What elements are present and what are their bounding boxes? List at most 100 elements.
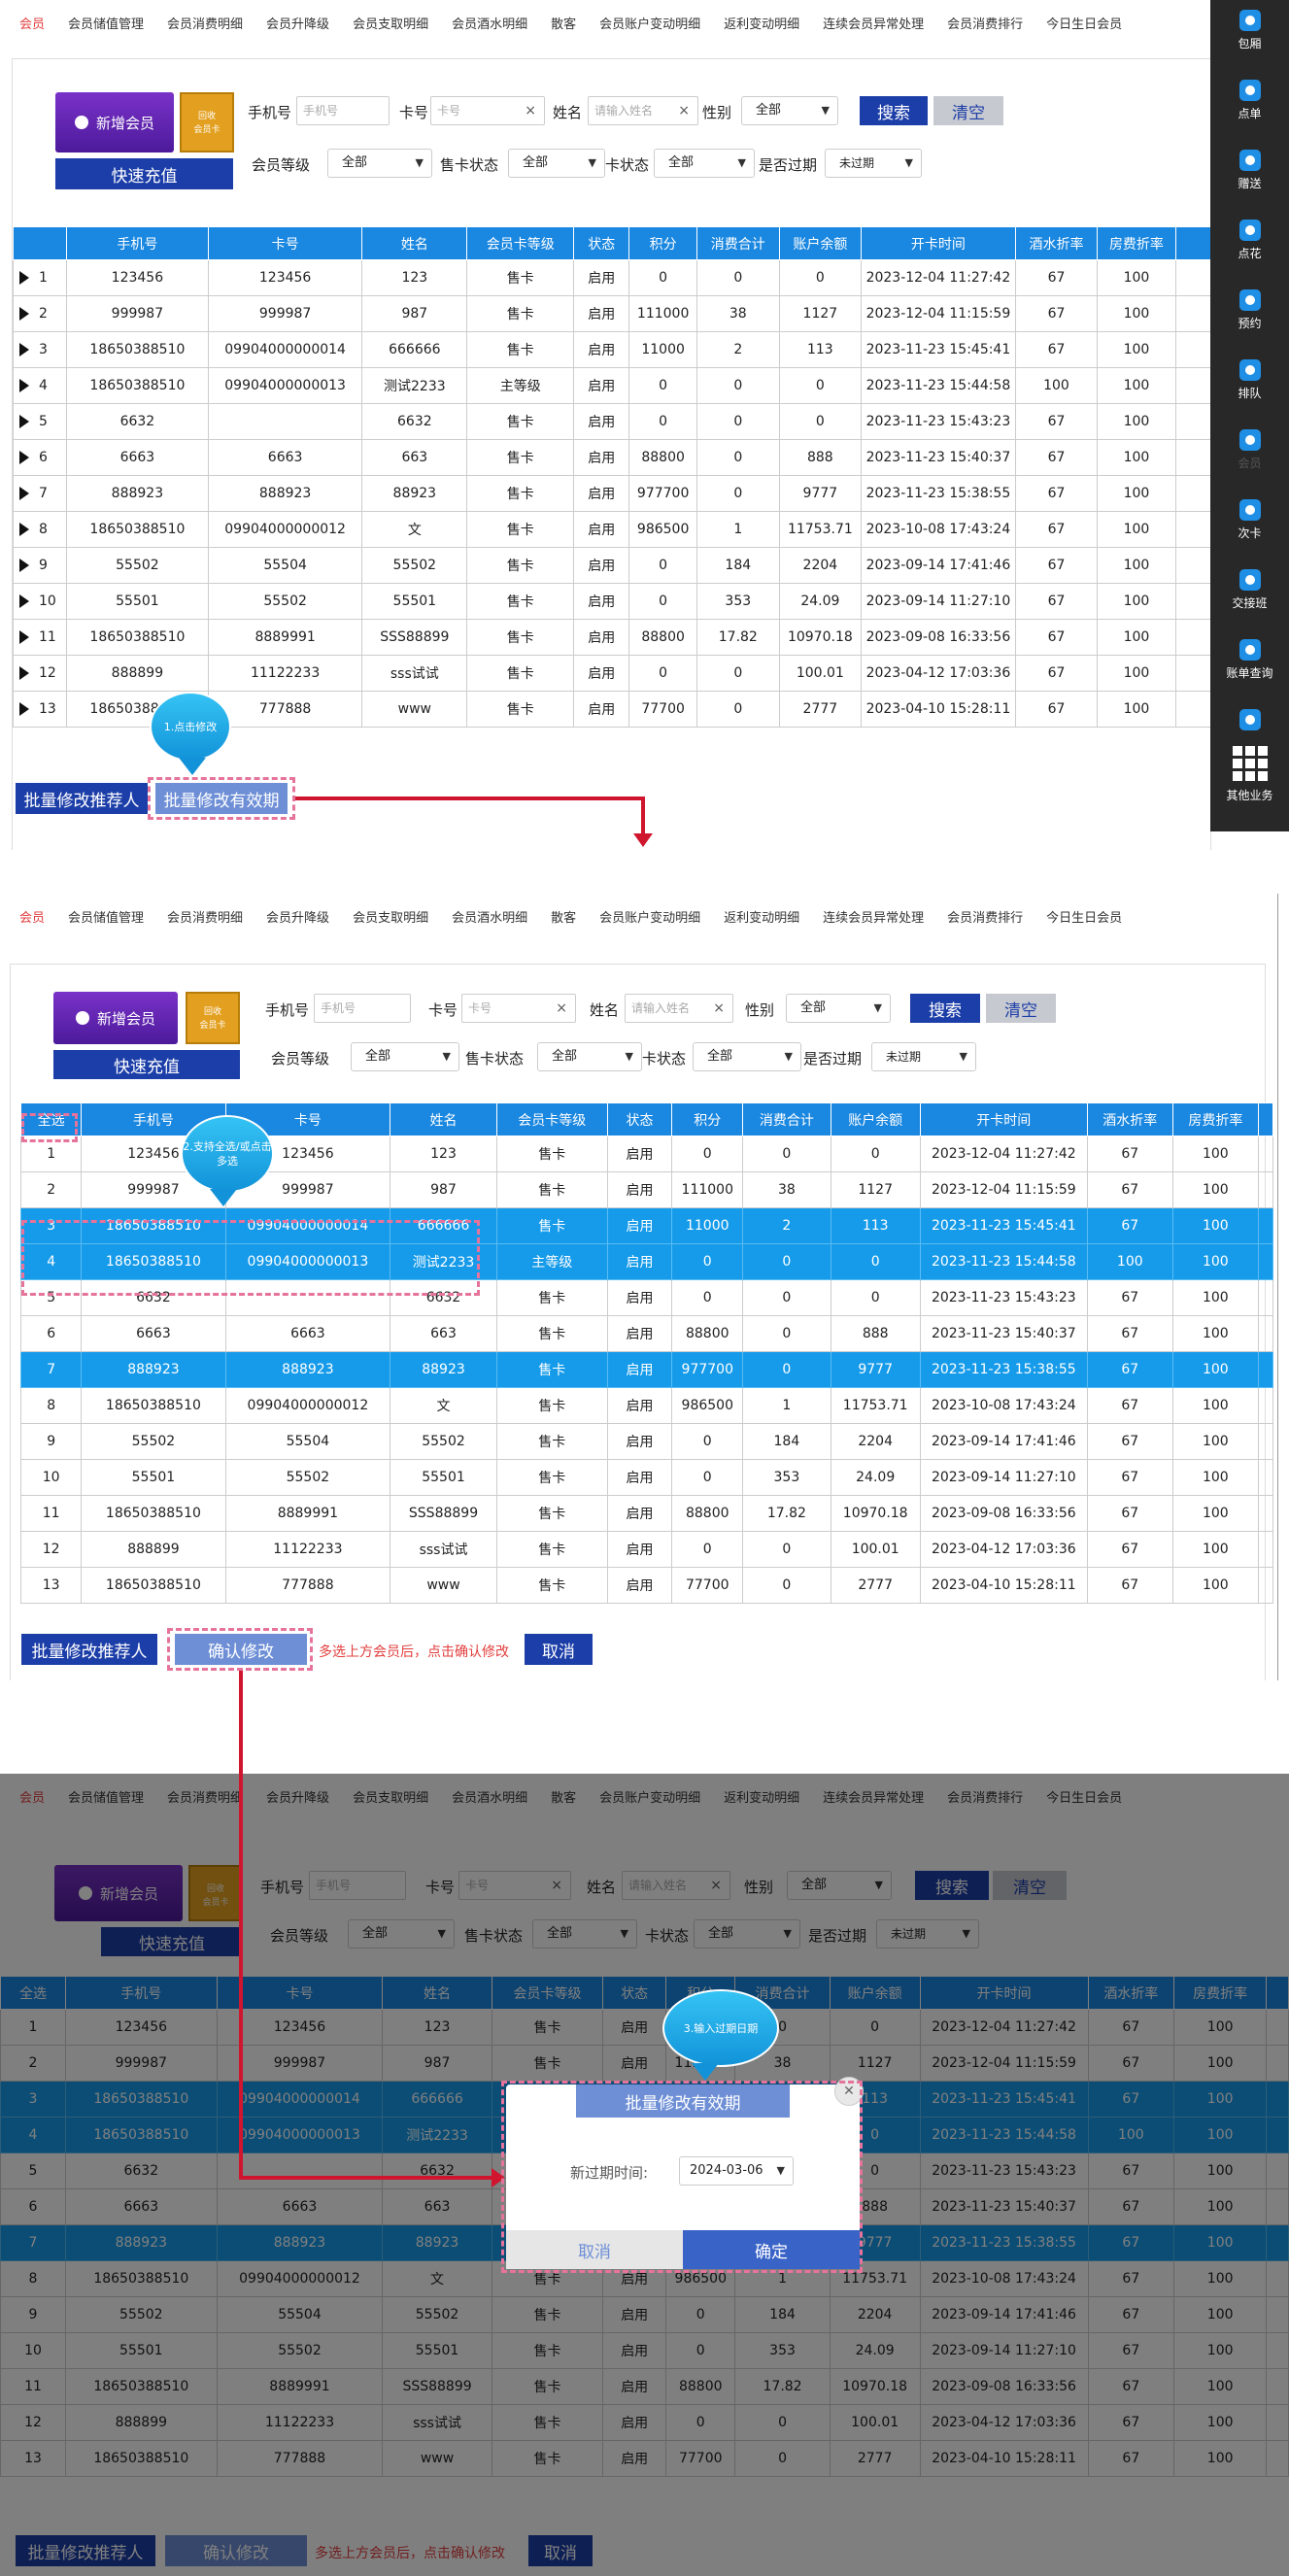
expand-triangle-icon[interactable] [19, 702, 29, 716]
clear-button[interactable]: 清空 [986, 994, 1056, 1023]
row-number[interactable]: 13 [13, 691, 67, 728]
row-number[interactable]: 3 [19, 1207, 83, 1244]
quick-recharge-button[interactable]: 快速充值 [55, 158, 233, 189]
tab-9[interactable]: 连续会员异常处理 [811, 14, 935, 32]
table-row[interactable]: 81865038851009904000000012文售卡启用986500111… [19, 1387, 1274, 1424]
table-row[interactable]: 788892388892388923售卡启用977700097772023-11… [13, 475, 1218, 512]
table-row[interactable]: 666636663663售卡启用8880008882023-11-23 15:4… [13, 439, 1218, 476]
table-row[interactable]: 31865038851009904000000014666666售卡启用1100… [19, 1207, 1274, 1244]
row-number[interactable]: 4 [19, 1243, 83, 1280]
tab-2[interactable]: 会员消费明细 [155, 14, 254, 32]
tab-3[interactable]: 会员升降级 [254, 14, 341, 32]
table-row[interactable]: 1288889911122233sss试试售卡启用00100.012023-04… [19, 1531, 1274, 1568]
batch-referrer-button[interactable]: 批量修改推荐人 [16, 783, 148, 814]
side-menu-item-6[interactable]: 会员 [1210, 429, 1289, 471]
side-menu-item-9[interactable]: 账单查询 [1210, 639, 1289, 681]
expired-select[interactable]: 未过期 ▼ [871, 1042, 976, 1071]
close-icon[interactable]: ✕ [834, 2077, 864, 2106]
table-row[interactable]: 81865038851009904000000012文售卡启用986500111… [13, 511, 1218, 548]
name-input[interactable]: 请输入姓名 × [625, 994, 733, 1023]
expired-select[interactable]: 未过期 ▼ [825, 149, 922, 178]
card-input[interactable]: 卡号 × [461, 994, 576, 1023]
row-number[interactable]: 3 [13, 331, 67, 368]
tab-2[interactable]: 会员消费明细 [155, 907, 254, 926]
row-number[interactable]: 5 [13, 403, 67, 440]
row-number[interactable]: 12 [19, 1531, 83, 1568]
tab-7[interactable]: 会员账户变动明细 [588, 907, 712, 926]
clear-button[interactable]: 清空 [933, 96, 1003, 125]
table-row[interactable]: 2999987999987987售卡启用1110003811272023-12-… [13, 295, 1218, 332]
expand-triangle-icon[interactable] [19, 630, 29, 644]
table-row[interactable]: 10555015550255501售卡启用035324.092023-09-14… [19, 1459, 1274, 1496]
recycle-card-button[interactable]: 回收会员卡 [186, 992, 240, 1044]
table-row[interactable]: 788892388892388923售卡启用977700097772023-11… [19, 1351, 1274, 1388]
search-button[interactable]: 搜索 [860, 96, 928, 125]
recycle-card-button[interactable]: 回收会员卡 [180, 92, 234, 153]
card-status-select[interactable]: 全部 ▼ [654, 149, 755, 178]
gender-select[interactable]: 全部 ▼ [741, 96, 838, 125]
table-row[interactable]: 1318650388510777888www售卡启用77700027772023… [19, 1567, 1274, 1604]
table-row[interactable]: 9555025550455502售卡启用018422042023-09-14 1… [19, 1423, 1274, 1460]
expand-triangle-icon[interactable] [19, 271, 29, 285]
row-number[interactable]: 7 [19, 1351, 83, 1388]
dialog-ok-button[interactable]: 确定 [683, 2230, 860, 2269]
table-row[interactable]: 11186503885108889991SSS88899售卡启用8880017.… [19, 1495, 1274, 1532]
select-all-header[interactable]: 全选 [19, 1102, 83, 1136]
tab-0[interactable]: 会员 [8, 907, 56, 926]
phone-input[interactable]: 手机号 [314, 994, 411, 1023]
tab-11[interactable]: 今日生日会员 [1035, 14, 1134, 32]
batch-referrer-button[interactable]: 批量修改推荐人 [21, 1634, 157, 1665]
tab-5[interactable]: 会员酒水明细 [440, 14, 539, 32]
table-row[interactable]: 41865038851009904000000013测试2233主等级启用000… [19, 1243, 1274, 1280]
phone-input[interactable]: 手机号 [296, 96, 390, 125]
tab-4[interactable]: 会员支取明细 [341, 907, 440, 926]
row-number[interactable]: 1 [13, 259, 67, 296]
row-number[interactable]: 10 [13, 583, 67, 620]
clear-x-icon[interactable]: × [556, 995, 567, 1022]
batch-expiry-button[interactable]: 批量修改有效期 [155, 783, 288, 814]
table-row[interactable]: 1288889911122233sss试试售卡启用00100.012023-04… [13, 655, 1218, 692]
level-select[interactable]: 全部 ▼ [327, 149, 432, 178]
tab-9[interactable]: 连续会员异常处理 [811, 907, 935, 926]
row-number[interactable]: 1 [19, 1135, 83, 1172]
confirm-modify-button[interactable]: 确认修改 [175, 1634, 307, 1665]
tab-0[interactable]: 会员 [8, 14, 56, 32]
row-number[interactable]: 6 [13, 439, 67, 476]
tab-6[interactable]: 散客 [539, 14, 588, 32]
tab-10[interactable]: 会员消费排行 [935, 14, 1035, 32]
new-member-button[interactable]: 新增会员 [55, 92, 174, 153]
expand-triangle-icon[interactable] [19, 594, 29, 608]
row-number[interactable]: 7 [13, 475, 67, 512]
clear-x-icon[interactable]: × [525, 97, 536, 124]
row-number[interactable]: 6 [19, 1315, 83, 1352]
card-input[interactable]: 卡号 × [430, 96, 545, 125]
quick-recharge-button[interactable]: 快速充值 [53, 1050, 240, 1079]
cancel-button[interactable]: 取消 [525, 1634, 593, 1665]
tab-6[interactable]: 散客 [539, 907, 588, 926]
row-number[interactable]: 5 [19, 1279, 83, 1316]
expand-triangle-icon[interactable] [19, 523, 29, 536]
card-status-select[interactable]: 全部 ▼ [693, 1042, 801, 1071]
tab-7[interactable]: 会员账户变动明细 [588, 14, 712, 32]
row-number[interactable]: 2 [13, 295, 67, 332]
clear-x-icon[interactable]: × [678, 97, 690, 124]
table-row[interactable]: 31865038851009904000000014666666售卡启用1100… [13, 331, 1218, 368]
row-number[interactable]: 13 [19, 1567, 83, 1604]
table-row[interactable]: 566326632售卡启用0002023-11-23 15:43:2367100 [13, 403, 1218, 440]
search-button[interactable]: 搜索 [910, 994, 980, 1023]
tab-5[interactable]: 会员酒水明细 [440, 907, 539, 926]
side-menu-item-10[interactable] [1210, 709, 1289, 734]
table-row[interactable]: 666636663663售卡启用8880008882023-11-23 15:4… [19, 1315, 1274, 1352]
side-menu-item-11[interactable]: 其他业务 [1210, 746, 1289, 803]
expand-triangle-icon[interactable] [19, 559, 29, 572]
side-menu-item-4[interactable]: 预约 [1210, 289, 1289, 331]
row-number[interactable]: 8 [19, 1387, 83, 1424]
side-menu-item-7[interactable]: 次卡 [1210, 499, 1289, 541]
gender-select[interactable]: 全部 ▼ [786, 994, 891, 1023]
tab-8[interactable]: 返利变动明细 [712, 907, 811, 926]
row-number[interactable]: 2 [19, 1171, 83, 1208]
side-menu-item-5[interactable]: 排队 [1210, 359, 1289, 401]
row-number[interactable]: 10 [19, 1459, 83, 1496]
side-menu-item-8[interactable]: 交接班 [1210, 569, 1289, 611]
expand-triangle-icon[interactable] [19, 307, 29, 321]
